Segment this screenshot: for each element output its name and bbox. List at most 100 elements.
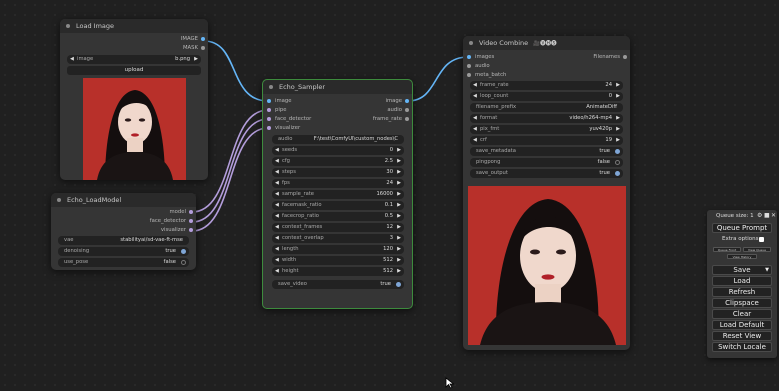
input-audio-socket-icon[interactable] bbox=[467, 64, 471, 68]
queue-panel[interactable]: Queue size: 1 ⚙ ■ ✕ Queue Prompt Extra o… bbox=[707, 210, 777, 358]
gear-icon[interactable]: ⚙ bbox=[757, 212, 762, 219]
output-filenames-socket-icon[interactable] bbox=[623, 55, 627, 59]
audio-path-field[interactable]: audio F:\test\ComfyUI\custom_nodes\C bbox=[272, 135, 404, 144]
decrement-arrow-icon[interactable]: ◀ bbox=[275, 201, 279, 210]
video-combine-title[interactable]: Video Combine 🎥🅥🅗🅢 bbox=[463, 36, 630, 50]
increment-arrow-icon[interactable]: ▶ bbox=[397, 168, 401, 177]
output-visualizer-socket-icon[interactable] bbox=[189, 228, 193, 232]
echo-sampler-title[interactable]: Echo_Sampler bbox=[263, 80, 412, 94]
pix-fmt-combo[interactable]: ◀ pix_fmt yuv420p ▶ bbox=[470, 125, 623, 134]
input-face-detector[interactable]: face_detector bbox=[263, 115, 333, 123]
output-face-detector[interactable]: face_detector bbox=[106, 217, 196, 225]
input-audio[interactable]: audio bbox=[463, 62, 533, 70]
increment-arrow-icon[interactable]: ▶ bbox=[397, 157, 401, 166]
decrement-arrow-icon[interactable]: ◀ bbox=[275, 223, 279, 232]
increment-arrow-icon[interactable]: ▶ bbox=[397, 212, 401, 221]
view-queue-button[interactable]: View Queue bbox=[743, 247, 771, 252]
seeds-stepper[interactable]: ◀ seeds 0 ▶ bbox=[272, 146, 404, 155]
input-images[interactable]: images bbox=[463, 53, 533, 61]
toggle-on-icon[interactable] bbox=[180, 248, 186, 254]
queue-prompt-button[interactable]: Queue Prompt bbox=[712, 223, 772, 233]
video-combine-node[interactable]: Video Combine 🎥🅥🅗🅢 images audio meta_bat… bbox=[463, 36, 630, 350]
output-frame-rate[interactable]: frame_rate bbox=[352, 115, 412, 123]
decrement-arrow-icon[interactable]: ◀ bbox=[275, 256, 279, 265]
reset-view-button[interactable]: Reset View bbox=[712, 331, 772, 341]
input-visualizer[interactable]: visualizer bbox=[263, 124, 333, 132]
loop-count-stepper[interactable]: ◀ loop_count 0 ▶ bbox=[470, 92, 623, 101]
arrow-left-icon[interactable]: ◀ bbox=[70, 55, 74, 64]
decrement-arrow-icon[interactable]: ◀ bbox=[473, 81, 477, 90]
decrement-arrow-icon[interactable]: ◀ bbox=[275, 212, 279, 221]
context-frames-stepper[interactable]: ◀ context_frames 12 ▶ bbox=[272, 223, 404, 232]
decrement-arrow-icon[interactable]: ◀ bbox=[473, 136, 477, 145]
load-image-node[interactable]: Load Image IMAGE MASK ◀ image b.png ▶ up… bbox=[60, 19, 208, 180]
drag-handle-icon[interactable]: ■ bbox=[764, 212, 770, 219]
facemask-ratio-stepper[interactable]: ◀ facemask_ratio 0.1 ▶ bbox=[272, 201, 404, 210]
decrement-arrow-icon[interactable]: ◀ bbox=[275, 267, 279, 276]
length-stepper[interactable]: ◀ length 120 ▶ bbox=[272, 245, 404, 254]
decrement-arrow-icon[interactable]: ◀ bbox=[275, 157, 279, 166]
load-default-button[interactable]: Load Default bbox=[712, 320, 772, 330]
output-visualizer[interactable]: visualizer bbox=[106, 226, 196, 234]
decrement-arrow-icon[interactable]: ◀ bbox=[275, 179, 279, 188]
input-pipe-socket-icon[interactable] bbox=[267, 108, 271, 112]
cfg-stepper[interactable]: ◀ cfg 2.5 ▶ bbox=[272, 157, 404, 166]
crf-stepper[interactable]: ◀ crf 19 ▶ bbox=[470, 136, 623, 145]
close-icon[interactable]: ✕ bbox=[771, 212, 776, 219]
height-stepper[interactable]: ◀ height 512 ▶ bbox=[272, 267, 404, 276]
facecrop-ratio-stepper[interactable]: ◀ facecrop_ratio 0.5 ▶ bbox=[272, 212, 404, 221]
toggle-off-icon[interactable] bbox=[180, 259, 186, 265]
decrement-arrow-icon[interactable]: ◀ bbox=[275, 168, 279, 177]
filename-prefix-field[interactable]: filename_prefix AnimateDiff bbox=[470, 103, 623, 112]
decrement-arrow-icon[interactable]: ◀ bbox=[275, 234, 279, 243]
echo-loadmodel-node[interactable]: Echo_LoadModel model face_detector visua… bbox=[51, 193, 196, 270]
output-mask-socket-icon[interactable] bbox=[201, 46, 205, 50]
load-image-title[interactable]: Load Image bbox=[60, 19, 208, 33]
fps-stepper[interactable]: ◀ fps 24 ▶ bbox=[272, 179, 404, 188]
save-video-toggle[interactable]: save_video true bbox=[272, 280, 404, 289]
load-button[interactable]: Load bbox=[712, 276, 772, 286]
collapse-dot-icon[interactable] bbox=[57, 198, 61, 202]
input-image-socket-icon[interactable] bbox=[267, 99, 271, 103]
use-pose-toggle[interactable]: use_pose false bbox=[58, 258, 189, 267]
chevron-down-icon[interactable]: ▼ bbox=[765, 266, 769, 275]
clear-button[interactable]: Clear bbox=[712, 309, 772, 319]
decrement-arrow-icon[interactable]: ◀ bbox=[275, 190, 279, 199]
context-overlap-stepper[interactable]: ◀ context_overlap 3 ▶ bbox=[272, 234, 404, 243]
output-face-detector-socket-icon[interactable] bbox=[189, 219, 193, 223]
decrement-arrow-icon[interactable]: ◀ bbox=[275, 146, 279, 155]
output-frame-rate-socket-icon[interactable] bbox=[405, 117, 409, 121]
arrow-right-icon[interactable]: ▶ bbox=[616, 114, 620, 123]
increment-arrow-icon[interactable]: ▶ bbox=[397, 267, 401, 276]
output-model[interactable]: model bbox=[106, 208, 196, 216]
vae-field[interactable]: vae stabilityai/sd-vae-ft-mse bbox=[58, 236, 189, 245]
save-output-toggle[interactable]: save_output true bbox=[470, 169, 623, 178]
output-image-socket-icon[interactable] bbox=[405, 99, 409, 103]
decrement-arrow-icon[interactable]: ◀ bbox=[275, 245, 279, 254]
increment-arrow-icon[interactable]: ▶ bbox=[397, 256, 401, 265]
refresh-button[interactable]: Refresh bbox=[712, 287, 772, 297]
extra-options-checkbox[interactable] bbox=[759, 237, 764, 242]
arrow-right-icon[interactable]: ▶ bbox=[616, 125, 620, 134]
output-model-socket-icon[interactable] bbox=[189, 210, 193, 214]
save-metadata-toggle[interactable]: save_metadata true bbox=[470, 147, 623, 156]
clipspace-button[interactable]: Clipspace bbox=[712, 298, 772, 308]
arrow-left-icon[interactable]: ◀ bbox=[473, 114, 477, 123]
steps-stepper[interactable]: ◀ steps 30 ▶ bbox=[272, 168, 404, 177]
collapse-dot-icon[interactable] bbox=[469, 41, 473, 45]
increment-arrow-icon[interactable]: ▶ bbox=[397, 201, 401, 210]
image-combo[interactable]: ◀ image b.png ▶ bbox=[67, 55, 201, 64]
save-button[interactable]: Save ▼ bbox=[712, 265, 772, 275]
output-image[interactable]: IMAGE bbox=[128, 35, 208, 43]
increment-arrow-icon[interactable]: ▶ bbox=[397, 234, 401, 243]
input-meta-batch[interactable]: meta_batch bbox=[463, 71, 533, 79]
format-combo[interactable]: ◀ format video/h264-mp4 ▶ bbox=[470, 114, 623, 123]
sample-rate-stepper[interactable]: ◀ sample_rate 16000 ▶ bbox=[272, 190, 404, 199]
increment-arrow-icon[interactable]: ▶ bbox=[397, 146, 401, 155]
output-image[interactable]: image bbox=[352, 97, 412, 105]
toggle-off-icon[interactable] bbox=[614, 159, 620, 165]
toggle-on-icon[interactable] bbox=[614, 148, 620, 154]
view-history-button[interactable]: View History bbox=[727, 254, 757, 259]
input-meta-batch-socket-icon[interactable] bbox=[467, 73, 471, 77]
arrow-right-icon[interactable]: ▶ bbox=[194, 55, 198, 64]
